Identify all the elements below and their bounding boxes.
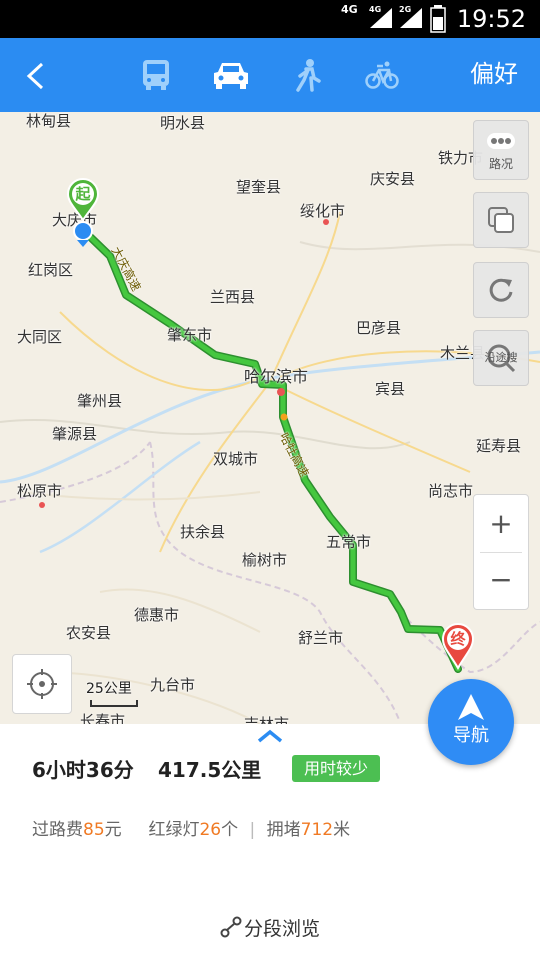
refresh-button[interactable] [473,262,529,318]
network-type-1: 4G [341,3,358,16]
place-label: 绥化市 [300,202,346,220]
jam-label: 拥堵 [266,820,301,840]
place-label: 肇东市 [167,326,213,344]
along-search-button[interactable]: 沿途搜 [473,330,529,386]
place-label: 宾县 [375,380,406,398]
end-marker[interactable]: 终 [441,622,475,670]
place-label: 肇州县 [77,392,123,410]
place-label: 舒兰市 [298,629,344,647]
my-location-dot-icon [73,221,93,247]
network-type-3: 2G [399,5,412,14]
along-search-label: 沿途搜 [484,351,518,364]
place-label: 明水县 [160,114,206,132]
traffic-button[interactable]: 路况 [473,120,529,180]
place-label: 吉林市 [244,715,290,724]
place-label: 农安县 [66,624,112,642]
place-label: 红岗区 [28,261,74,279]
route-line [79,226,462,673]
place-label: 榆树市 [242,551,288,569]
place-label: 双城市 [213,450,259,468]
place-label: 扶余县 [180,523,226,541]
end-marker-label: 终 [450,630,466,648]
traffic-label: 路况 [488,157,513,171]
traffic-icon [487,133,515,149]
navigate-label: 导航 [453,725,489,746]
mode-bus-button[interactable] [133,52,179,98]
place-label: 五常市 [326,533,372,551]
status-bar: 4G 4G 2G 19:52 [0,0,540,38]
locate-button[interactable] [12,654,72,714]
place-label: 延寿县 [476,437,522,455]
start-marker-label: 起 [75,185,91,203]
toll-unit: 元 [104,820,122,840]
place-label: 望奎县 [236,178,282,196]
battery-icon [430,5,446,33]
place-label: 肇源县 [52,425,98,443]
zoom-divider [480,552,522,553]
place-label: 德惠市 [134,606,180,624]
navigate-button[interactable]: 导航 [428,679,514,765]
bus-icon [143,60,169,90]
jam-unit: 米 [333,820,351,840]
place-label: 林甸县 [26,112,72,130]
segment-browse-label: 分段浏览 [243,918,320,940]
place-label: 庆安县 [370,170,416,188]
navigation-arrow-icon [458,694,484,720]
place-label: 巴彦县 [356,319,402,337]
map-view[interactable]: 林甸县 明水县 铁力市 庆安县 望奎县 绥化市 大庆市 红岗区 兰西县 巴彦县 … [0,112,540,724]
toll-value: 85 [83,820,105,840]
scale-label: 25公里 [86,681,132,697]
network-type-2: 4G [369,5,382,14]
layers-button[interactable] [473,192,529,248]
scale-bar [90,700,138,707]
place-label: 长春市 [80,712,126,724]
place-label: 兰西县 [210,288,256,306]
clock: 19:52 [456,5,526,33]
layers-icon [488,207,514,233]
locate-icon [27,669,57,699]
place-label: 松原市 [17,482,63,500]
segment-browse-button[interactable]: 分段浏览 [0,916,540,942]
place-label: 大同区 [17,328,63,346]
route-duration: 6小时36分 [32,758,134,782]
route-distance: 417.5公里 [158,758,262,782]
car-icon [214,63,248,89]
mode-walk-button[interactable] [284,52,330,98]
start-marker[interactable]: 起 [66,178,100,222]
back-arrow-icon[interactable] [24,62,48,90]
walk-icon [296,59,321,92]
toll-label: 过路费 [32,820,83,840]
route-stats: 过路费85元 红绿灯26个 | 拥堵712米 [32,818,350,842]
route-segments-icon [220,916,242,938]
zoom-control: + − [473,494,529,610]
place-label: 九台市 [150,676,196,694]
route-mode-bar: 偏好 [0,38,540,112]
mode-bike-button[interactable] [359,52,405,98]
jam-value: 712 [300,820,334,840]
stats-divider: | [249,820,256,840]
zoom-out-button[interactable]: − [474,557,528,603]
place-label: 尚志市 [428,482,474,500]
zoom-in-button[interactable]: + [474,501,528,547]
preference-button[interactable]: 偏好 [470,58,518,90]
lights-value: 26 [199,820,222,840]
place-label: 哈尔滨市 [244,367,309,386]
mode-car-button[interactable] [208,52,254,98]
lights-label: 红绿灯 [148,820,200,840]
refresh-icon [489,278,513,302]
bike-icon [365,61,399,89]
lights-unit: 个 [221,820,239,840]
expand-chevron-up-icon[interactable] [256,728,284,744]
route-tag-badge: 用时较少 [292,755,381,782]
